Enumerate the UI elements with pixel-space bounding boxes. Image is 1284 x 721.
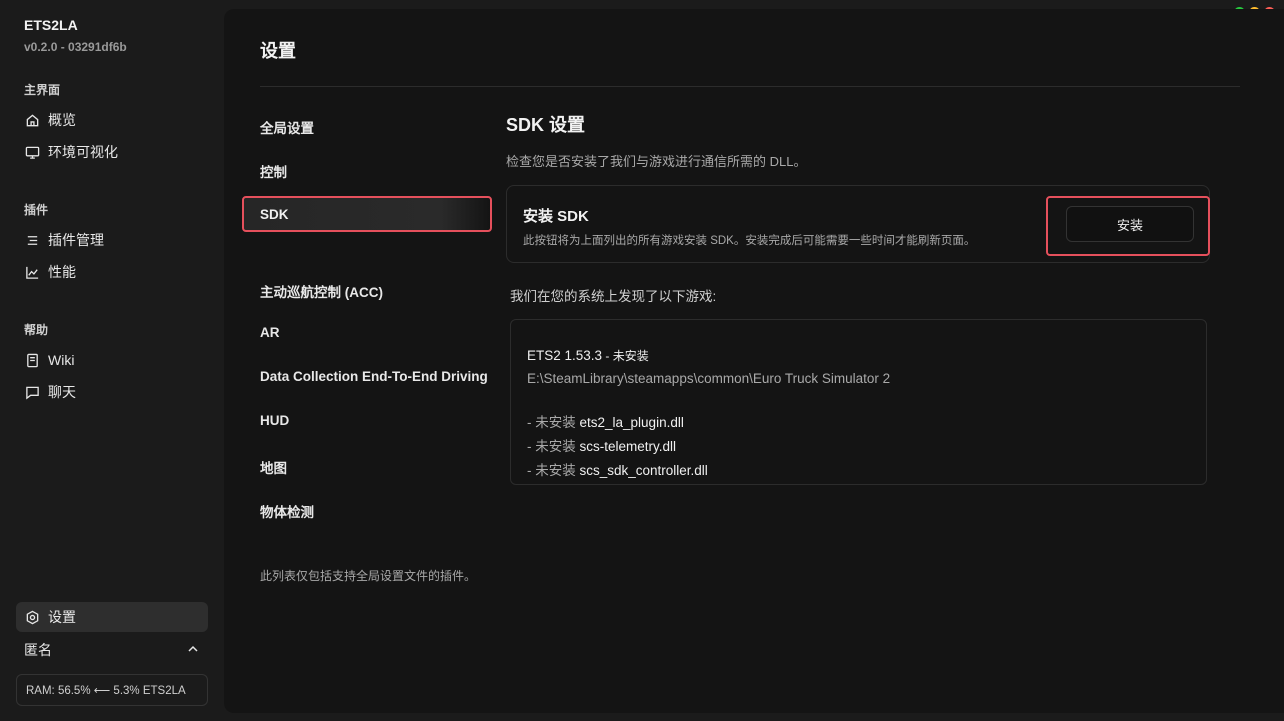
game-name: ETS2 1.53.3 — [527, 348, 603, 363]
sidebar: ETS2LA v0.2.0 - 03291df6b 主界面 概览 环境可视化 插… — [0, 0, 224, 721]
install-sdk-description: 此按钮将为上面列出的所有游戏安装 SDK。安装完成后可能需要一些时间才能刷新页面… — [523, 235, 976, 247]
section-title: SDK 设置 — [506, 115, 586, 135]
chat-icon — [24, 384, 40, 400]
game-status: - 未安装 — [602, 349, 649, 363]
settings-nav-data-collection[interactable]: Data Collection End-To-End Driving — [260, 369, 488, 384]
game-card: ETS2 1.53.3 - 未安装 E:\SteamLibrary\steama… — [510, 319, 1207, 485]
install-sdk-card: 安装 SDK 此按钮将为上面列出的所有游戏安装 SDK。安装完成后可能需要一些时… — [506, 185, 1210, 263]
gear-icon — [24, 609, 40, 625]
account-name: 匿名 — [24, 642, 52, 658]
settings-nav-map[interactable]: 地图 — [260, 457, 287, 477]
game-path: E:\SteamLibrary\steamapps\common\Euro Tr… — [527, 371, 891, 386]
sidebar-item-settings[interactable]: 设置 — [16, 602, 208, 632]
dll-row: - 未安装 scs_sdk_controller.dll — [527, 459, 708, 479]
sidebar-item-label: 概览 — [48, 112, 76, 128]
dll-file: scs-telemetry.dll — [579, 439, 677, 454]
settings-nav-sdk-label: SDK — [260, 206, 289, 222]
group-label-main: 主界面 — [24, 83, 61, 97]
dll-status: - 未安装 — [527, 463, 580, 478]
dll-row: - 未安装 ets2_la_plugin.dll — [527, 411, 684, 431]
sidebar-item-wiki[interactable]: Wiki — [16, 346, 208, 374]
dll-file: ets2_la_plugin.dll — [579, 415, 684, 430]
settings-nav-sdk[interactable]: SDK — [242, 196, 492, 232]
found-games-label: 我们在您的系统上发现了以下游戏: — [510, 289, 717, 304]
sidebar-item-chat[interactable]: 聊天 — [16, 378, 208, 406]
group-label-plugins: 插件 — [24, 203, 49, 217]
settings-nav-control[interactable]: 控制 — [260, 161, 287, 181]
sidebar-item-plugin-manager[interactable]: 插件管理 — [16, 226, 208, 254]
ram-status: RAM: 56.5% ⟵ 5.3% ETS2LA — [16, 674, 208, 706]
app-name: ETS2LA — [24, 17, 78, 33]
account-menu[interactable]: 匿名 — [24, 640, 200, 660]
section-description: 检查您是否安装了我们与游戏进行通信所需的 DLL。 — [506, 154, 807, 169]
page-title: 设置 — [260, 41, 296, 61]
sidebar-item-overview[interactable]: 概览 — [16, 106, 208, 134]
install-button[interactable]: 安装 — [1066, 206, 1194, 242]
sidebar-item-visualization[interactable]: 环境可视化 — [16, 138, 208, 166]
game-title: ETS2 1.53.3 - 未安装 — [527, 347, 649, 364]
chart-icon — [24, 264, 40, 280]
settings-nav-acc[interactable]: 主动巡航控制 (ACC) — [260, 281, 383, 301]
settings-nav-object-detection[interactable]: 物体检测 — [260, 501, 314, 521]
home-icon — [24, 112, 40, 128]
settings-nav-global[interactable]: 全局设置 — [260, 117, 314, 137]
group-label-help: 帮助 — [24, 323, 49, 337]
divider — [260, 86, 1240, 87]
sidebar-item-performance[interactable]: 性能 — [16, 258, 208, 286]
sidebar-item-label: 环境可视化 — [48, 144, 118, 160]
sidebar-item-label: Wiki — [48, 352, 75, 368]
install-sdk-title: 安装 SDK — [523, 208, 589, 225]
sidebar-item-label: 性能 — [48, 264, 76, 280]
list-icon — [24, 232, 40, 248]
dll-status: - 未安装 — [527, 439, 580, 454]
sidebar-item-label: 插件管理 — [48, 232, 104, 248]
main-panel: 设置 全局设置 控制 SDK 主动巡航控制 (ACC) AR Data Coll… — [224, 9, 1284, 713]
settings-footnote: 此列表仅包括支持全局设置文件的插件。 — [260, 569, 477, 583]
settings-nav-ar[interactable]: AR — [260, 325, 280, 340]
dll-status: - 未安装 — [527, 415, 580, 430]
monitor-icon — [24, 144, 40, 160]
dll-file: scs_sdk_controller.dll — [579, 463, 708, 478]
sidebar-item-label: 设置 — [48, 609, 76, 625]
sidebar-item-label: 聊天 — [48, 384, 76, 400]
dll-row: - 未安装 scs-telemetry.dll — [527, 435, 676, 455]
app-version: v0.2.0 - 03291df6b — [24, 40, 127, 54]
settings-nav-hud[interactable]: HUD — [260, 413, 289, 428]
book-icon — [24, 352, 40, 368]
chevron-up-icon — [186, 642, 200, 659]
